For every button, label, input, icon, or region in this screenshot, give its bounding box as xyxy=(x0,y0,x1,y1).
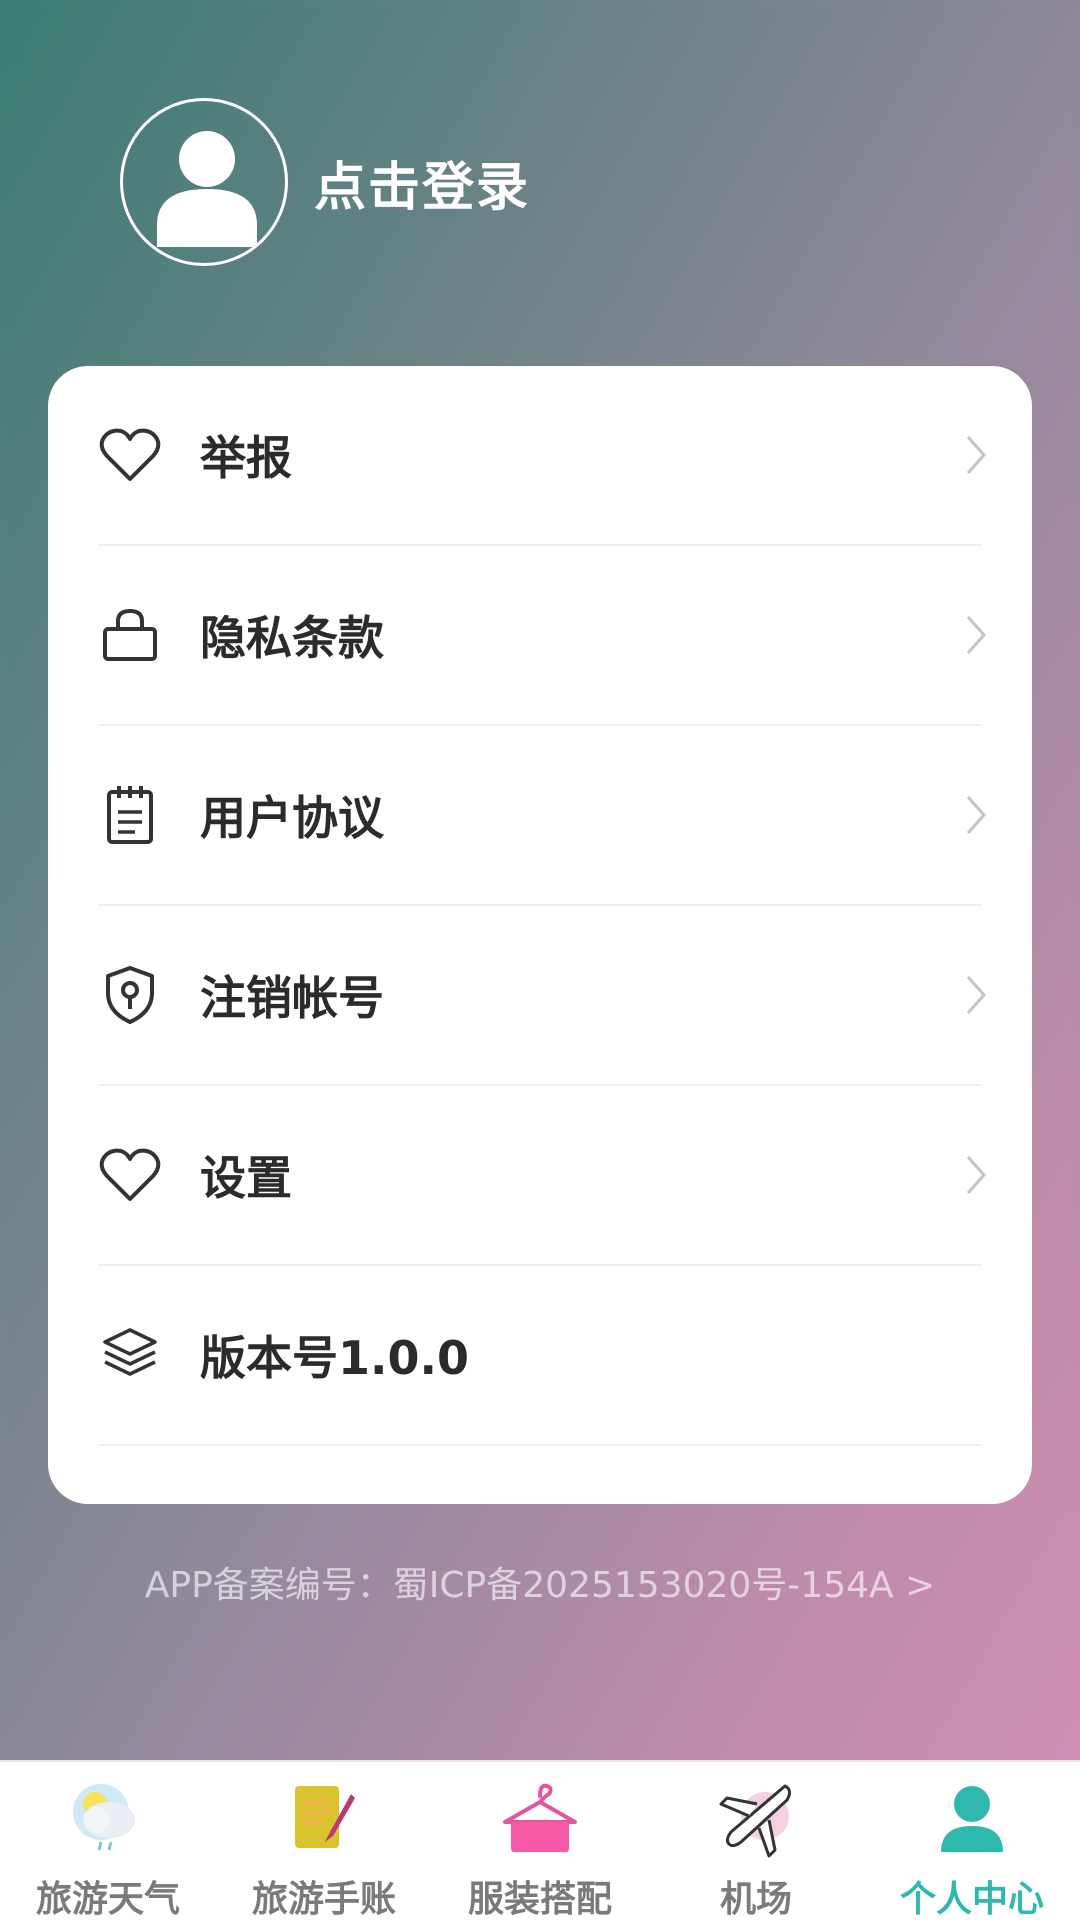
chevron-right-icon xyxy=(966,976,987,1014)
weather-icon xyxy=(65,1776,151,1862)
menu-item-delete-account[interactable]: 注销帐号 xyxy=(98,906,987,1086)
shield-key-icon xyxy=(98,963,162,1027)
tab-travel-journal[interactable]: 旅游手账 xyxy=(216,1762,432,1922)
menu-label: 设置 xyxy=(200,1151,292,1205)
tab-label: 服装搭配 xyxy=(467,1879,612,1920)
menu-label: 注销帐号 xyxy=(200,971,384,1025)
menu-label: 用户协议 xyxy=(200,791,384,845)
menu-card: 举报 隐私条款 用户协议 注销帐号 设置 版本号1.0.0 xyxy=(48,366,1032,1504)
user-header[interactable]: 点击登录 xyxy=(120,96,530,268)
login-label[interactable]: 点击登录 xyxy=(314,145,530,220)
icp-filing-link[interactable]: APP备案编号：蜀ICP备2025153020号-154A > xyxy=(0,1556,1080,1608)
version-label: 版本号1.0.0 xyxy=(200,1331,469,1385)
tab-airport[interactable]: 机场 xyxy=(648,1762,864,1922)
menu-label: 隐私条款 xyxy=(200,611,384,665)
layers-icon xyxy=(98,1323,162,1387)
menu-item-settings[interactable]: 设置 xyxy=(98,1086,987,1266)
tab-profile[interactable]: 个人中心 xyxy=(864,1762,1080,1922)
menu-item-version: 版本号1.0.0 xyxy=(98,1266,982,1446)
heart-icon xyxy=(98,1143,162,1207)
user-icon xyxy=(157,131,257,247)
tab-label: 旅游天气 xyxy=(35,1879,180,1920)
clothes-hanger-icon xyxy=(497,1776,583,1862)
lock-icon xyxy=(98,603,162,667)
tab-label: 机场 xyxy=(719,1879,792,1920)
chevron-right-icon xyxy=(966,1156,987,1194)
menu-item-user-agreement[interactable]: 用户协议 xyxy=(98,726,987,906)
airplane-icon xyxy=(713,1776,799,1862)
tab-label: 旅游手账 xyxy=(251,1879,396,1920)
notebook-icon xyxy=(281,1776,367,1862)
chevron-right-icon xyxy=(966,616,987,654)
avatar[interactable] xyxy=(120,98,288,266)
heart-icon xyxy=(98,423,162,487)
person-icon xyxy=(929,1776,1015,1862)
chevron-right-icon xyxy=(966,436,987,474)
menu-label: 举报 xyxy=(200,431,292,485)
tab-travel-weather[interactable]: 旅游天气 xyxy=(0,1762,216,1922)
bottom-tab-bar: 旅游天气 旅游手账 服装搭配 机场 个人中心 xyxy=(0,1760,1080,1922)
menu-item-privacy[interactable]: 隐私条款 xyxy=(98,546,987,726)
tab-outfit[interactable]: 服装搭配 xyxy=(432,1762,648,1922)
menu-item-report[interactable]: 举报 xyxy=(98,366,987,546)
notepad-icon xyxy=(98,783,162,847)
tab-label: 个人中心 xyxy=(899,1879,1044,1920)
chevron-right-icon xyxy=(966,796,987,834)
